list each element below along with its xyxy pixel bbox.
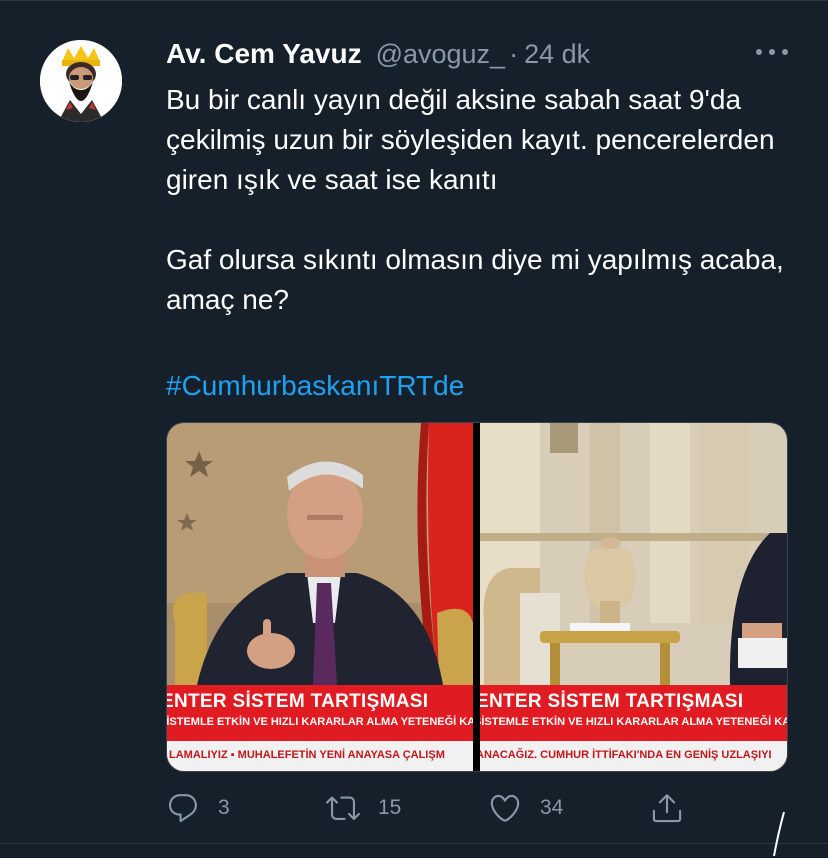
more-dot	[756, 49, 762, 55]
tweet[interactable]: Av. Cem Yavuz @avoguz_ · 24 dk Bu bir ca…	[0, 0, 828, 858]
more-options-icon[interactable]	[752, 38, 792, 66]
reply-count: 3	[218, 796, 230, 819]
media-divider	[473, 423, 480, 771]
tweet-text: Bu bir canlı yayın değil aksine sabah sa…	[166, 84, 784, 315]
share-icon	[652, 794, 682, 823]
news-ticker-text: ANACAĞIZ. CUMHUR İTTİFAKI'NDA EN GENİŞ U…	[480, 749, 772, 761]
author-handle[interactable]: @avoguz_	[376, 39, 506, 70]
author-name[interactable]: Av. Cem Yavuz	[166, 38, 362, 70]
media-grid[interactable]: ENTER SİSTEM TARTIŞMASI SİSTEMLE ETKİN V…	[166, 422, 788, 772]
avatar[interactable]	[40, 40, 122, 122]
banner-title: ENTER SİSTEM TARTIŞMASI	[480, 691, 744, 712]
bottom-divider	[0, 843, 828, 844]
separator: ·	[509, 38, 519, 69]
tweet-actions: 3 15 34	[166, 786, 726, 830]
reply-icon	[168, 794, 197, 823]
more-dot	[782, 49, 788, 55]
hashtag-link[interactable]: #CumhurbaskanıTRTde	[166, 366, 464, 406]
banner-title: ENTER SİSTEM TARTIŞMASI	[167, 691, 429, 712]
avatar-illustration	[40, 40, 122, 122]
share-button[interactable]	[650, 786, 684, 830]
like-count: 34	[540, 796, 564, 819]
pen-stroke-mark	[773, 811, 785, 857]
media-image-right[interactable]: ENTER SİSTEM TARTIŞMASI SİSTEMLE ETKİN V…	[480, 423, 788, 771]
retweet-icon	[326, 796, 360, 820]
tweet-header: Av. Cem Yavuz @avoguz_ · 24 dk	[166, 36, 590, 72]
banner-subtitle: SİSTEMLE ETKİN VE HIZLI KARARLAR ALMA YE…	[480, 716, 788, 728]
media-image-left[interactable]: ENTER SİSTEM TARTIŞMASI SİSTEMLE ETKİN V…	[167, 423, 473, 771]
news-ticker-text: LAMALIYIZ ▪ MUHALEFETİN YENİ ANAYASA ÇAL…	[169, 749, 445, 761]
more-dot	[769, 49, 775, 55]
retweet-button[interactable]: 15	[326, 786, 401, 830]
timestamp[interactable]: 24 dk	[524, 39, 590, 70]
banner-subtitle: SİSTEMLE ETKİN VE HIZLI KARARLAR ALMA YE…	[167, 716, 473, 728]
like-button[interactable]: 34	[488, 786, 563, 830]
heart-icon	[490, 794, 520, 822]
retweet-count: 15	[378, 796, 402, 819]
reply-button[interactable]: 3	[166, 786, 230, 830]
